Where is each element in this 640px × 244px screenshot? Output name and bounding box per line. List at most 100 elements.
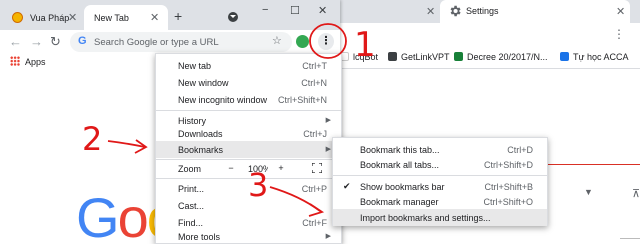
menu-item-shortcut: Ctrl+P (301, 184, 327, 194)
menu-item-label: Print... (178, 184, 205, 194)
bookmark-favicon-icon (388, 52, 397, 61)
toolbar: ← → ↻ G ☆ ⋮ (0, 30, 340, 54)
bookmark-favicon-icon (454, 52, 463, 61)
bookmark-favicon-icon (560, 52, 569, 61)
menu-item-label: Bookmarks (178, 145, 224, 155)
submenu-arrow-icon: ▶ (325, 233, 331, 240)
menu-item-label: More tools (178, 232, 221, 242)
reload-icon[interactable]: ↻ (50, 34, 61, 50)
tab-vua-phap[interactable]: Vua Pháp ✕ (0, 5, 84, 30)
bookmark-item[interactable]: GetLinkVPT (388, 52, 450, 62)
tab-new-tab[interactable]: New Tab ✕ (84, 5, 168, 30)
menu-item-shortcut: Ctrl+Shift+D (483, 160, 533, 170)
menu-item-label: Bookmark this tab... (360, 145, 440, 155)
omnibox[interactable]: G ☆ (70, 32, 292, 52)
checkmark-icon: ✔ (343, 181, 351, 191)
menu-item-label: Import bookmarks and settings... (360, 213, 491, 223)
menu-item-shortcut: Ctrl+Shift+N (277, 95, 327, 105)
bookmark-label: Decree 20/2017/N... (467, 52, 548, 62)
apps-shortcut[interactable]: Apps (10, 56, 46, 67)
bookmark-label: GetLinkVPT (401, 52, 450, 62)
tab-strip: Vua Pháp ✕ New Tab ✕ + − ☐ ✕ (0, 0, 340, 30)
submenu-item-bookmark-all-tabs[interactable]: Bookmark all tabs... Ctrl+Shift+D (333, 156, 547, 173)
menu-item-new-incognito-window[interactable]: New incognito window Ctrl+Shift+N (156, 91, 341, 108)
star-bookmark-icon[interactable]: ☆ (272, 34, 282, 47)
google-g-icon: G (78, 35, 87, 47)
submenu-item-import-bookmarks[interactable]: Import bookmarks and settings... (333, 209, 547, 226)
menu-item-label: New incognito window (178, 95, 268, 105)
bookmark-label: Tự học ACCA (573, 52, 629, 62)
tab-title: Vua Pháp (30, 13, 70, 23)
more-vert-icon[interactable]: ⋮ (613, 27, 626, 41)
zoom-label: Zoom (178, 164, 202, 174)
fullscreen-icon[interactable] (312, 163, 322, 173)
profile-avatar-icon[interactable] (296, 35, 309, 48)
gear-icon (450, 5, 461, 17)
close-tab-icon[interactable]: ✕ (68, 11, 77, 24)
menu-item-shortcut: Ctrl+Shift+B (484, 182, 533, 192)
back-arrow-icon[interactable]: ← (9, 34, 22, 49)
apps-label: Apps (25, 57, 46, 67)
close-tab-icon[interactable]: ✕ (616, 5, 625, 18)
close-tab-icon[interactable]: ✕ (150, 11, 159, 24)
tab-title: New Tab (94, 13, 129, 23)
menu-item-new-window[interactable]: New window Ctrl+N (156, 74, 341, 91)
forward-arrow-icon[interactable]: → (30, 34, 43, 49)
tab-search-icon[interactable] (228, 12, 238, 22)
menu-separator (156, 178, 341, 179)
site-favicon-icon (12, 12, 23, 23)
menu-item-more-tools[interactable]: More tools ▶ (156, 228, 341, 244)
menu-item-label: New window (178, 78, 229, 88)
logo-letter: o (117, 186, 149, 244)
bookmark-item[interactable]: Tự học ACCA (560, 52, 629, 62)
chevron-down-icon[interactable]: ▼ (584, 187, 593, 197)
menu-item-label: Downloads (178, 129, 223, 139)
apps-grid-icon (10, 56, 20, 66)
zoom-out-button[interactable]: − (218, 161, 244, 176)
tab-title: Settings (466, 6, 499, 16)
maximize-button[interactable]: ☐ (290, 4, 300, 17)
menu-item-label: Bookmark all tabs... (360, 160, 440, 170)
menu-item-print[interactable]: Print... Ctrl+P (156, 180, 341, 197)
tab-settings[interactable]: Settings ✕ (440, 0, 630, 23)
zoom-control: Zoom − 100% + (156, 160, 341, 177)
menu-item-shortcut: Ctrl+J (303, 129, 327, 139)
submenu-item-bookmark-manager[interactable]: Bookmark manager Ctrl+Shift+O (333, 193, 547, 210)
chrome-main-menu: New tab Ctrl+T New window Ctrl+N New incog… (155, 53, 342, 244)
close-tab-icon[interactable]: ✕ (426, 5, 435, 18)
menu-item-shortcut: Ctrl+D (507, 145, 533, 155)
menu-item-downloads[interactable]: Downloads Ctrl+J (156, 125, 341, 142)
menu-item-label: Bookmark manager (360, 197, 439, 207)
menu-item-cast[interactable]: Cast... (156, 197, 341, 214)
menu-item-shortcut: Ctrl+F (302, 218, 327, 228)
zoom-in-button[interactable]: + (268, 161, 294, 176)
omnibox-input[interactable] (94, 35, 264, 49)
submenu-arrow-icon: ▶ (325, 117, 331, 124)
new-tab-button[interactable]: + (174, 8, 182, 24)
bookmark-label: lcqBot (353, 52, 379, 62)
background-tab-strip: ✕ Settings ✕ (330, 0, 640, 23)
menu-separator (333, 175, 547, 176)
menu-item-shortcut: Ctrl+N (301, 78, 327, 88)
menu-separator (156, 110, 341, 111)
submenu-arrow-icon: ▶ (325, 146, 331, 153)
bookmark-item[interactable]: Decree 20/2017/N... (454, 52, 548, 62)
menu-item-label: Show bookmarks bar (360, 182, 445, 192)
background-bookmarks-bar: lcqBot GetLinkVPT Decree 20/2017/N... Tự… (330, 47, 640, 69)
menu-item-shortcut: Ctrl+T (302, 61, 327, 71)
menu-item-label: New tab (178, 61, 212, 71)
minimize-button[interactable]: − (262, 4, 268, 16)
divider (620, 238, 640, 239)
chrome-menu-button[interactable]: ⋮ (318, 33, 334, 50)
menu-item-label: Find... (178, 218, 204, 228)
menu-item-shortcut: Ctrl+Shift+O (483, 197, 533, 207)
menu-item-label: Cast... (178, 201, 205, 211)
menu-item-bookmarks[interactable]: Bookmarks ▶ (156, 141, 341, 158)
close-window-button[interactable]: ✕ (318, 4, 327, 17)
menu-item-new-tab[interactable]: New tab Ctrl+T (156, 57, 341, 74)
bookmarks-submenu: Bookmark this tab... Ctrl+D Bookmark all … (332, 137, 548, 226)
bookmark-item[interactable]: lcqBot (340, 52, 378, 62)
background-toolbar: ⋮ (330, 23, 640, 47)
filter-off-icon[interactable]: ⊼ (632, 187, 640, 200)
logo-letter: G (76, 186, 120, 244)
